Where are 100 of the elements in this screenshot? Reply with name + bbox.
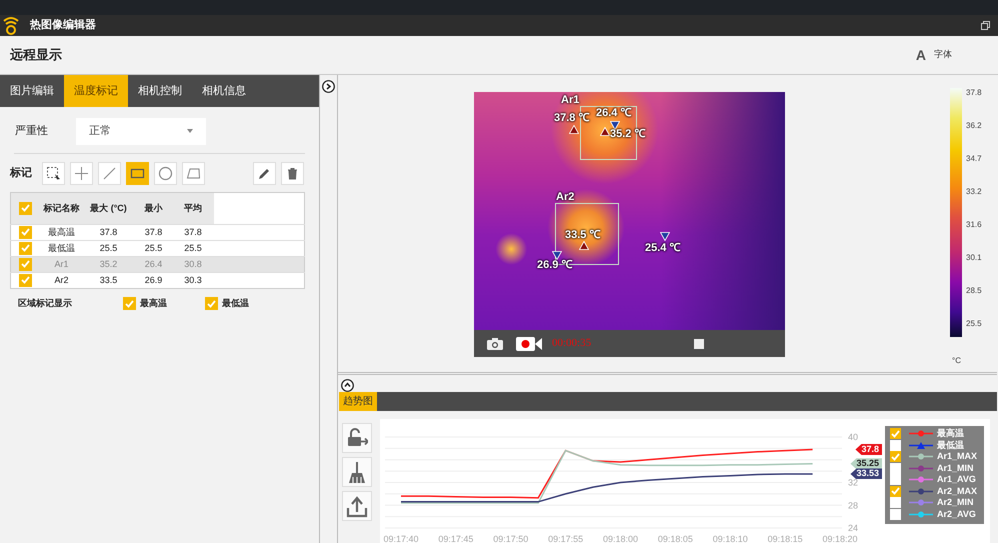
- tab[interactable]: 趋势图: [339, 392, 377, 411]
- checkbox[interactable]: [890, 440, 901, 451]
- line-tool-button[interactable]: [98, 162, 121, 184]
- severity-dropdown[interactable]: 正常: [76, 118, 206, 144]
- tab[interactable]: 温度标记: [64, 75, 128, 107]
- unlock-button[interactable]: [342, 423, 372, 453]
- checkbox[interactable]: [890, 462, 901, 474]
- legend-label[interactable]: Ar2_MAX: [937, 486, 978, 497]
- stop-icon[interactable]: [694, 338, 704, 348]
- table-cell: 37.8: [134, 224, 172, 240]
- table-cell: 26.4: [134, 256, 172, 272]
- camera-icon[interactable]: [487, 337, 503, 350]
- select-tool-button[interactable]: [42, 162, 65, 184]
- chevron-up-icon: [341, 378, 354, 392]
- scale-label: 28.5: [966, 286, 982, 295]
- x-tick-label: 09:18:00: [602, 534, 638, 543]
- checkbox[interactable]: [19, 226, 32, 239]
- table-row[interactable]: 最高温 37.8 37.8 37.8: [10, 224, 304, 240]
- legend-label[interactable]: Ar1_MIN: [937, 462, 974, 474]
- x-tick-label: 09:18:05: [658, 534, 693, 543]
- x-tick-label: 09:17:45: [438, 534, 474, 543]
- table-cell: 30.3: [172, 272, 214, 288]
- plus-icon: [74, 166, 89, 180]
- legend-label[interactable]: 最低温: [937, 440, 964, 451]
- table-cell: 33.5: [82, 272, 134, 288]
- tab[interactable]: 相机信息: [192, 75, 256, 107]
- broom-button[interactable]: [342, 457, 372, 487]
- circle-tool-button[interactable]: [154, 162, 177, 184]
- table-cell: 最高温: [40, 224, 82, 240]
- legend-label[interactable]: Ar1_AVG: [937, 474, 976, 486]
- circle-icon: [158, 166, 173, 180]
- column-header: 标记名称: [40, 192, 82, 224]
- legend-label[interactable]: Ar2_AVG: [937, 508, 976, 520]
- polygon-tool-button[interactable]: [182, 162, 205, 184]
- table-cell: 35.2: [82, 256, 134, 272]
- legend-label[interactable]: Ar1_MAX: [937, 451, 978, 462]
- column-header: 最小: [134, 192, 172, 224]
- checkbox[interactable]: [19, 258, 32, 271]
- min-marker-icon: [660, 232, 670, 241]
- broom-icon: [346, 460, 368, 484]
- video-record-icon[interactable]: [516, 336, 542, 350]
- table-cell: Ar1: [40, 256, 82, 272]
- scale-label: 30.1: [966, 253, 982, 262]
- scale-label: 33.2: [966, 187, 982, 196]
- value-tag: 37.8: [855, 444, 882, 455]
- legend-label[interactable]: Ar2_MIN: [937, 497, 974, 508]
- page-title: 远程显示: [10, 46, 62, 64]
- collapse-button[interactable]: [341, 377, 354, 390]
- column-header: 平均: [172, 192, 214, 224]
- y-tick-label: 28: [848, 500, 858, 510]
- column-header: 最大 (°C): [82, 192, 134, 224]
- rectangle-tool-button[interactable]: [126, 162, 149, 184]
- x-tick-label: 09:18:20: [822, 534, 858, 543]
- max-marker-icon: [569, 125, 579, 134]
- temperature-label: 33.5 ℃: [565, 229, 600, 241]
- font-icon[interactable]: A: [916, 44, 926, 66]
- line-icon: [102, 166, 117, 180]
- table-row[interactable]: Ar2 33.5 26.9 30.3: [10, 272, 304, 288]
- tab[interactable]: 图片编辑: [0, 75, 64, 107]
- restore-icon[interactable]: [981, 21, 990, 30]
- checkbox[interactable]: [890, 474, 901, 486]
- polygon-icon: [186, 166, 201, 180]
- checkbox[interactable]: [123, 297, 136, 310]
- chevron-right-icon: [322, 80, 335, 93]
- crosshair-tool-button[interactable]: [70, 162, 93, 184]
- upload-icon: [346, 494, 368, 518]
- max-marker-icon: [600, 127, 610, 136]
- collapse-button[interactable]: [322, 78, 335, 91]
- export-button[interactable]: [342, 491, 372, 521]
- app-title: 热图像编辑器: [30, 18, 96, 34]
- checkbox[interactable]: [890, 497, 901, 508]
- min-marker-icon: [610, 121, 620, 130]
- checkbox[interactable]: [19, 242, 32, 255]
- scale-label: 37.8: [966, 88, 982, 97]
- max-marker-icon: [579, 241, 589, 250]
- y-tick-label: 32: [848, 478, 858, 488]
- table-cell: Ar2: [40, 272, 82, 288]
- font-label[interactable]: 字体: [934, 48, 952, 62]
- y-tick-label: 40: [848, 432, 858, 442]
- table-cell: 26.9: [134, 272, 172, 288]
- edit-button[interactable]: [253, 162, 276, 184]
- checkbox[interactable]: [890, 428, 901, 440]
- checkbox[interactable]: [205, 297, 218, 310]
- field-label: 严重性: [15, 124, 48, 139]
- unit-label: °C: [952, 356, 962, 366]
- y-tick-label: 24: [848, 523, 858, 533]
- trash-icon: [285, 166, 300, 180]
- x-tick-label: 09:17:50: [493, 534, 528, 543]
- value-tag: 33.53: [850, 468, 882, 480]
- select-icon: [46, 166, 61, 180]
- checkbox[interactable]: [890, 508, 901, 520]
- checkbox[interactable]: [890, 451, 901, 462]
- legend-label[interactable]: 最高温: [937, 428, 964, 440]
- checkbox[interactable]: [19, 274, 32, 287]
- delete-button[interactable]: [281, 162, 304, 184]
- select-all-checkbox[interactable]: [19, 202, 32, 215]
- table-cell: 37.8: [82, 224, 134, 240]
- tab[interactable]: 相机控制: [128, 75, 192, 107]
- checkbox[interactable]: [890, 486, 901, 497]
- scale-label: 31.6: [966, 220, 982, 229]
